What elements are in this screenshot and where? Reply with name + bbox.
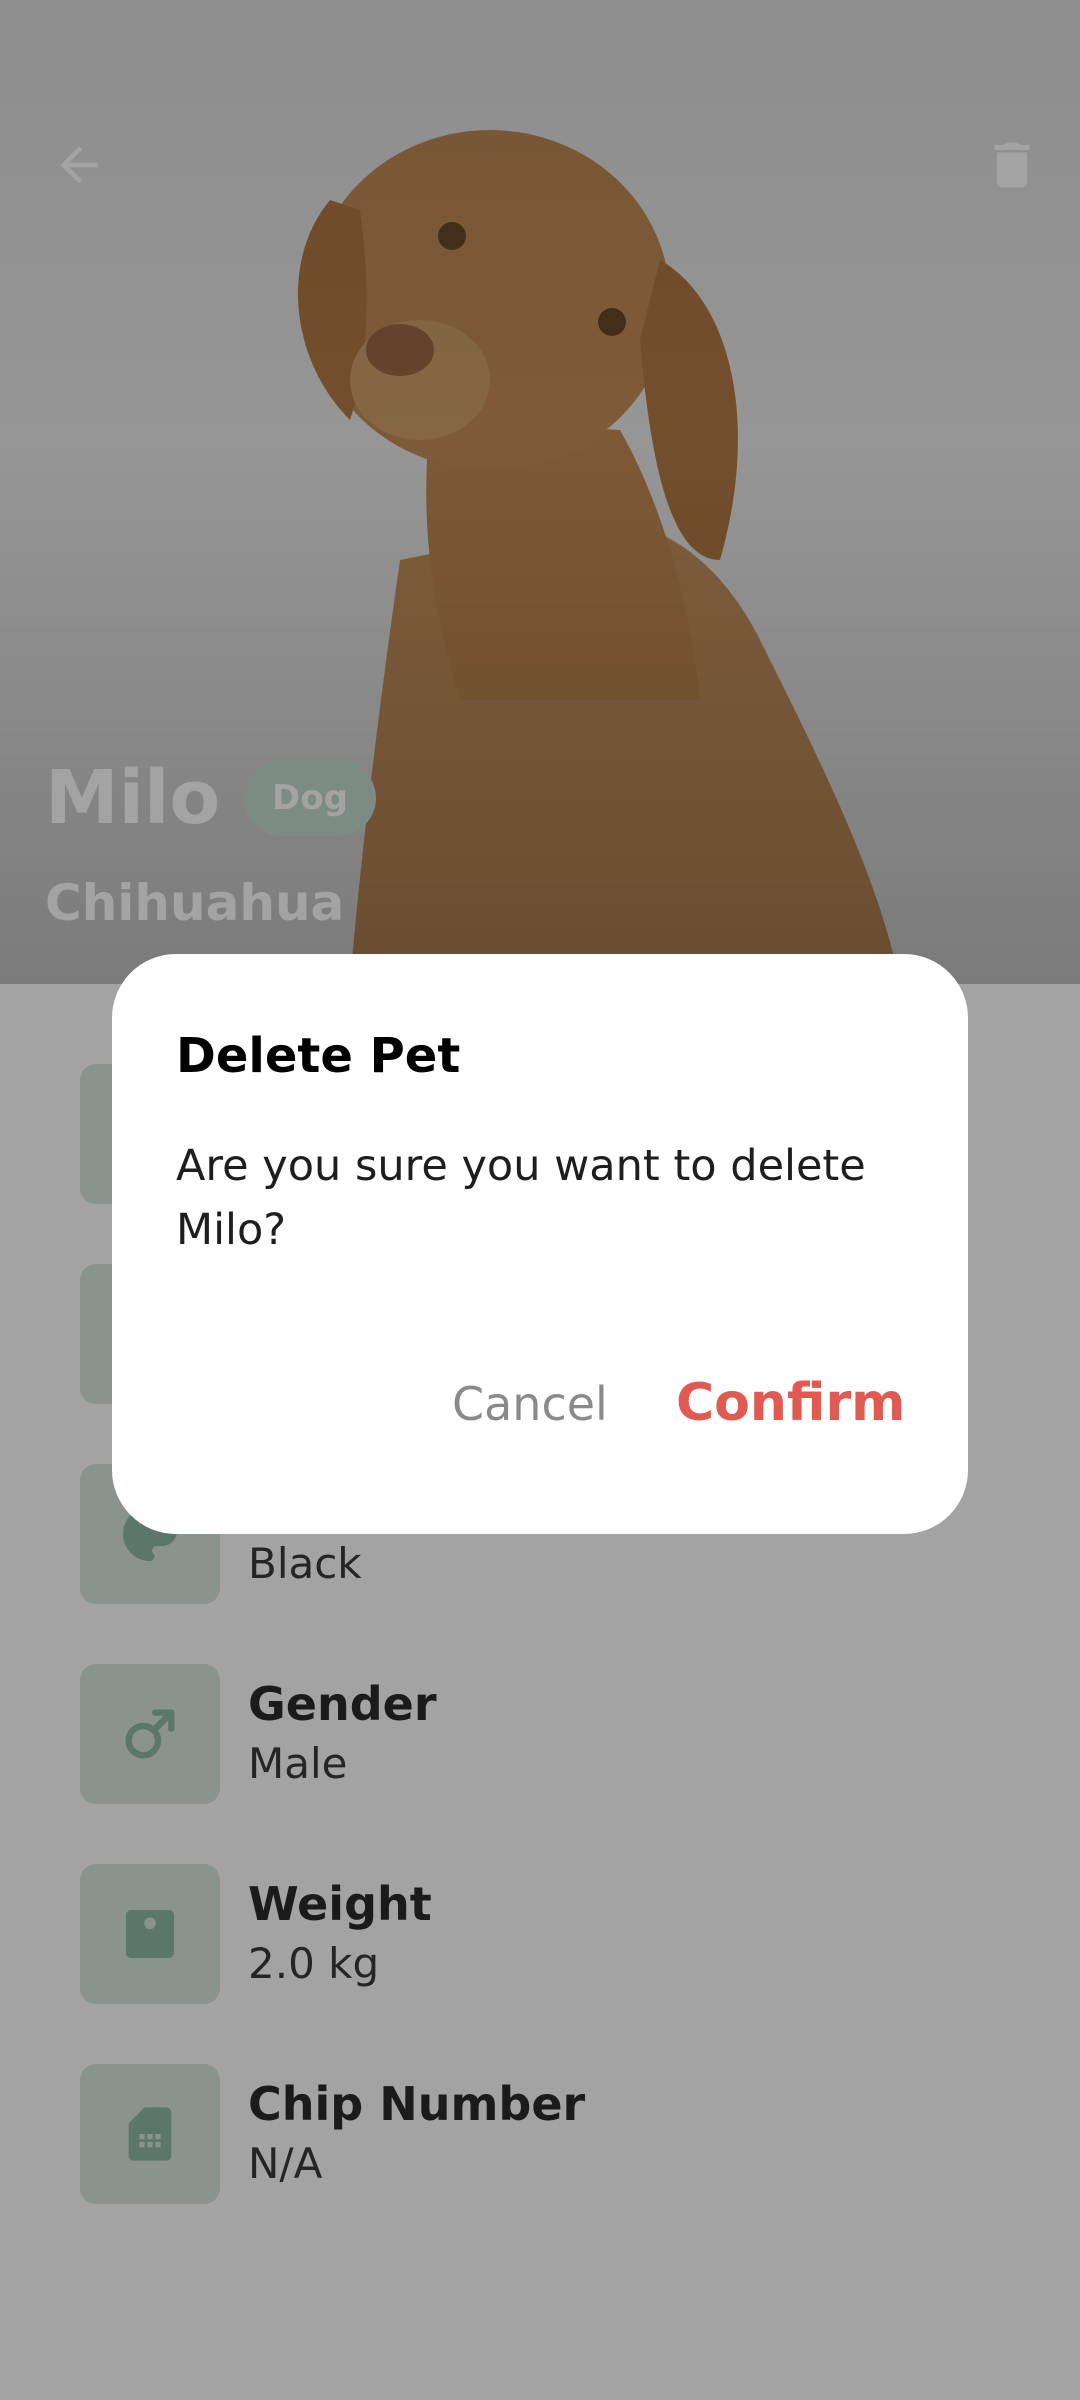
delete-pet-dialog: Delete Pet Are you sure you want to dele…	[112, 954, 968, 1534]
confirm-button[interactable]: Confirm	[676, 1368, 905, 1438]
dialog-message: Are you sure you want to delete Milo?	[176, 1141, 866, 1255]
pet-details-screen: Milo Dog Chihuahua Black Gender Male Wei…	[0, 0, 1080, 2400]
dialog-title: Delete Pet	[176, 1028, 461, 1084]
cancel-button[interactable]: Cancel	[452, 1372, 608, 1436]
